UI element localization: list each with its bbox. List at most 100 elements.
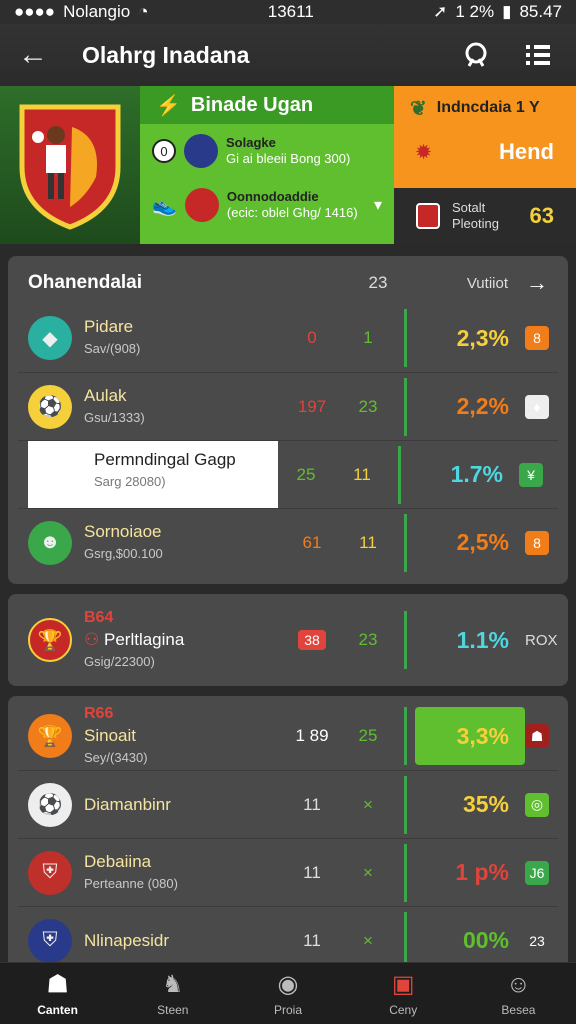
menu-icon[interactable]	[518, 35, 558, 75]
row-value-2: 25	[358, 726, 378, 745]
player-avatar: ⛨	[28, 850, 72, 895]
list-item[interactable]: ⚽ Diamanbinr 11 × 35% ◎	[18, 770, 558, 838]
name-block: R66 Sinoait Sey/(3430)	[84, 703, 284, 769]
list-item[interactable]: ⛨ Debaiina Perteanne (080) 11 × 1 p% J6	[18, 838, 558, 906]
row-value-1: 38	[284, 630, 340, 650]
tab-label: Steen	[157, 1003, 189, 1017]
promo-row-title: Oonnodoaddie	[226, 189, 319, 204]
tab-label: Proia	[274, 1003, 303, 1017]
row-percent: 1.1%	[456, 626, 509, 653]
promo-panel[interactable]: ⚡ Binade Ugan 0 Solagke Gi ai bleeii Bon…	[140, 86, 394, 244]
tab-label: Canten	[37, 1003, 78, 1017]
row-value-1: 197	[297, 396, 327, 416]
row-name: Aulak	[84, 385, 127, 405]
name-block: Diamanbinr	[84, 794, 284, 816]
row-value-2: 11	[353, 464, 371, 484]
boot-icon: 👟	[152, 194, 177, 217]
list-item[interactable]: ☻ Sornoiaoe Gsrg,$00.100 61 11 2,5% 8	[18, 508, 558, 576]
list-item[interactable]: ☻Permndingal GagpSarg 28080)25111.7%¥	[18, 440, 558, 509]
divider	[398, 445, 401, 504]
divider	[404, 377, 407, 436]
row-value-2: 1	[363, 328, 373, 347]
row-percent: 00%	[462, 927, 509, 953]
side-panel[interactable]: ❦ Indncdaia 1 Y ✹ Hend Sotalt Pleoting 6…	[394, 86, 576, 244]
divider	[404, 775, 407, 834]
divider	[404, 309, 407, 367]
row-value-2: ×	[363, 862, 373, 882]
divider	[404, 513, 407, 572]
tab-tickets[interactable]: ▣ Ceny	[346, 963, 461, 1024]
side-bot-label1: Sotalt	[452, 200, 486, 215]
name-block: Permndingal Gagp Sarg 28080)	[28, 440, 278, 509]
arrow-right-icon[interactable]: →	[508, 270, 548, 296]
promo-row-title: Solagke	[226, 135, 276, 150]
row-value-2: ×	[363, 930, 373, 950]
divider	[404, 707, 407, 765]
back-arrow-icon[interactable]: ←	[18, 38, 48, 72]
tab-user[interactable]: ☺ Besea	[461, 963, 576, 1024]
row-sub: Sey/(3430)	[84, 750, 148, 765]
carrier-label: Nolangio	[63, 2, 131, 21]
divider	[404, 843, 407, 902]
tab-stream[interactable]: ♞ Steen	[115, 963, 230, 1024]
row-badge-icon: 8	[525, 530, 549, 555]
row-right-label: ROX	[525, 631, 558, 649]
promo-row-sub: Gi ai bleeii Bong 300)	[226, 151, 351, 166]
side-top-label: Indncdaia 1 Y	[436, 99, 540, 116]
view-all-link[interactable]: Vutiiot	[428, 275, 508, 292]
battery-icon: ▮	[502, 2, 512, 21]
row-value-1: 1 89	[295, 726, 329, 745]
signal-dots-icon: ●●●●	[14, 2, 56, 21]
promo-row[interactable]: 👟 Oonnodoaddie (ecic: oblel Ghg/ 1416) ▾	[140, 178, 394, 232]
row-tag: R66	[84, 705, 114, 722]
list-item[interactable]: 🏆 R66 Sinoait Sey/(3430) 1 89 25 3,3% ☗	[18, 702, 558, 770]
row-value-2: 11	[359, 532, 377, 552]
chevron-down-icon[interactable]: ▾	[374, 195, 382, 215]
tab-profile[interactable]: ◉ Proia	[230, 963, 345, 1024]
row-value-1: 61	[302, 532, 322, 552]
promo-row-sub: (ecic: oblel Ghg/ 1416)	[226, 205, 358, 220]
bird-icon: ♞	[162, 971, 184, 998]
row-badge-icon: ♦	[525, 394, 549, 419]
user-icon: ☺	[506, 970, 531, 998]
row-value-2: 23	[358, 396, 378, 416]
promo-banner[interactable]: ⚡ Binade Ugan 0 Solagke Gi ai bleeii Bon…	[0, 86, 576, 244]
tab-label: Besea	[501, 1002, 536, 1017]
card-header: Ohanendalai 23 Vutiiot →	[18, 262, 558, 304]
standings-card: Ohanendalai 23 Vutiiot → ◆ Pidare Sav/(908…	[8, 256, 568, 584]
row-badge-icon: 8	[525, 326, 549, 350]
list-item[interactable]: 🏆 B64 ⚇ Perltlagina Gsig/22300) 38 23 1.…	[18, 602, 558, 678]
app-bar: ← Olahrg Inadana	[0, 24, 576, 86]
divider	[404, 611, 407, 669]
card-title: Ohanendalai	[28, 272, 143, 293]
row-sub: Perteanne (080)	[84, 875, 178, 891]
row-sub: Gsrg,$00.100	[84, 545, 163, 561]
row-badge-icon: ☗	[525, 724, 549, 748]
bottom-tab-bar: ☗ Canten ♞ Steen ◉ Proia ▣ Ceny ☺ Besea	[0, 962, 576, 1024]
row-value-1: 25	[296, 464, 316, 484]
card-count: 23	[368, 273, 388, 292]
zero-badge-icon: 0	[152, 139, 176, 163]
row-sub: Gsu/1333)	[84, 409, 145, 425]
row-value-1: 11	[303, 794, 321, 814]
status-center-text: 13611	[267, 2, 314, 21]
mascot-avatar	[184, 188, 219, 222]
list-item[interactable]: ◆ Pidare Sav/(908) 0 1 2,3% 8	[18, 304, 558, 372]
row-sub: Gsig/22300)	[84, 654, 155, 669]
battery-text: 1 2%	[455, 2, 495, 21]
promo-row[interactable]: 0 Solagke Gi ai bleeii Bong 300)	[140, 124, 394, 178]
player-avatar: ⚽	[28, 782, 72, 827]
player-avatar	[184, 134, 218, 168]
row-name: Sornoiaoe	[84, 521, 162, 541]
match-card[interactable]: 🏆 B64 ⚇ Perltlagina Gsig/22300) 38 23 1.…	[8, 594, 568, 686]
row-sub: Sav/(908)	[84, 341, 141, 356]
row-badge-icon: 23	[529, 932, 545, 949]
tab-home[interactable]: ☗ Canten	[0, 963, 115, 1024]
row-tag: B64	[84, 609, 114, 626]
divider	[404, 911, 407, 970]
spark-icon: ⚡	[156, 94, 181, 117]
tab-label: Ceny	[389, 1003, 418, 1017]
list-item[interactable]: ⚽ Aulak Gsu/1333) 197 23 2,2% ♦	[18, 372, 558, 440]
row-badge-icon: ¥	[519, 462, 543, 487]
search-icon[interactable]	[456, 35, 496, 75]
